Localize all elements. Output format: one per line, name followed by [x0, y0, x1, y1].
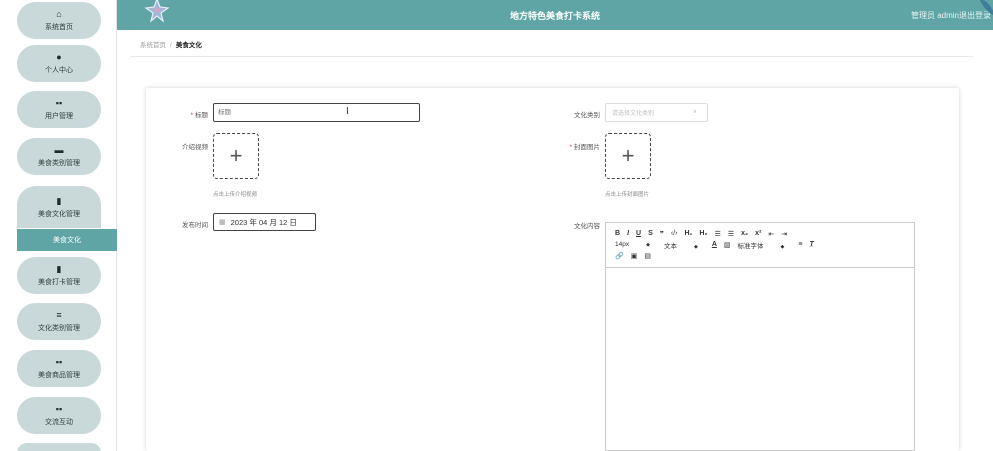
category-placeholder: 请选择文化类别 [612, 111, 655, 117]
sliders-icon: ≡ [56, 310, 62, 320]
cover-label: * 封面图片 [569, 144, 600, 151]
sidebar-item-interaction[interactable]: ▪▪ 交流互动 [17, 397, 101, 434]
sidebar-item-food-category[interactable]: ▬ 美食类别管理 [17, 138, 101, 175]
publish-date-value: 2023 年 04 月 12 日 [230, 217, 297, 227]
video-icon[interactable]: ▤ [644, 252, 651, 260]
sidebar-item-food-culture[interactable]: ▮ 美食文化管理 [17, 186, 101, 228]
sidebar-item-culture-category[interactable]: ≡ 文化类别管理 [17, 303, 101, 340]
outdent-icon[interactable]: ⇤ [768, 230, 774, 238]
sidebar-item-label: 美食打卡管理 [38, 279, 80, 286]
code-icon[interactable]: ‹/› [671, 230, 678, 237]
font-size-select[interactable]: 14px ◆ [615, 241, 657, 248]
chevron-down-icon: ∨ [692, 109, 697, 115]
cover-upload-button[interactable]: + [605, 133, 651, 179]
document-icon: ▮ [56, 195, 62, 206]
breadcrumb: 系统首页 / 美食文化 [140, 39, 202, 49]
bullet-list-icon[interactable]: ☰ [728, 230, 734, 238]
sidebar-item-label: 美食文化管理 [38, 210, 80, 218]
category-label: 文化类别 [574, 112, 600, 119]
header2-icon[interactable]: H₂ [699, 230, 707, 237]
publish-time-label: 发布时间 [182, 222, 208, 229]
clipboard-icon: ▮ [56, 264, 62, 274]
text-cursor-icon: I [346, 106, 349, 117]
italic-icon[interactable]: I [627, 230, 629, 237]
sidebar-item-users[interactable]: ▪▪ 用户管理 [17, 91, 101, 128]
sidebar-item-checkin[interactable]: ▮ 美食打卡管理 [17, 257, 101, 294]
indent-icon[interactable]: ⇥ [781, 230, 787, 238]
sidebar-item-label: 交流互动 [45, 419, 73, 426]
required-mark: * [190, 112, 193, 119]
sidebar-item-label: 美食商品管理 [38, 372, 80, 379]
sidebar-item-label: 美食类别管理 [38, 160, 80, 167]
video-label: 介绍视频 [182, 144, 208, 151]
home-icon: ⌂ [56, 9, 62, 19]
required-mark: * [569, 144, 572, 151]
font-family-select[interactable]: 标准字体 ◆ [738, 240, 792, 250]
sidebar-item-profile[interactable]: ● 个人中心 [17, 45, 101, 82]
publish-date-input[interactable]: ▦ 2023 年 04 月 12 日 [213, 213, 316, 231]
content-label: 文化内容 [574, 223, 600, 230]
person-icon: ● [56, 52, 62, 62]
sidebar-item-products[interactable]: ▪▪ 美食商品管理 [17, 350, 101, 387]
plus-icon: + [621, 143, 635, 168]
header-select[interactable]: 文本 ◆ [664, 240, 705, 250]
grid-icon: ▪▪ [55, 404, 63, 414]
sidebar-item-home[interactable]: ⌂ 系统首页 [17, 2, 101, 39]
background-color-icon[interactable]: ▨ [724, 241, 731, 249]
top-header: 地方特色美食打卡系统 管理员 admin 退出登录 [117, 0, 993, 30]
link-icon[interactable]: 🔗 [615, 252, 624, 260]
title-input[interactable] [213, 103, 420, 122]
sidebar-item-label: 文化类别管理 [38, 325, 80, 332]
grid-icon: ▪▪ [55, 98, 63, 108]
category-select[interactable]: 请选择文化类别 ∨ [605, 103, 708, 122]
superscript-icon[interactable]: x² [755, 230, 761, 237]
underline-icon[interactable]: U [636, 230, 641, 237]
grid-icon: ▪▪ [55, 357, 63, 367]
align-icon[interactable]: ≡ [798, 241, 802, 248]
breadcrumb-separator: / [170, 42, 172, 49]
image-icon[interactable]: ▣ [631, 252, 638, 260]
user-label: 管理员 admin [910, 11, 959, 20]
briefcase-icon: ▬ [54, 145, 64, 155]
corner-leaf-icon [979, 0, 993, 16]
title-label: * 标题 [190, 112, 208, 119]
strike-icon[interactable]: S [648, 230, 653, 237]
breadcrumb-home[interactable]: 系统首页 [140, 42, 166, 49]
editor-toolbar: B I U S ❞ ‹/› H₁ H₂ ☰ ☰ x₂ x² ⇤ ⇥ 14px ◆ … [606, 223, 914, 268]
sidebar-subitem-food-culture[interactable]: 美食文化 [17, 229, 117, 251]
app-title: 地方特色美食打卡系统 [509, 11, 600, 21]
breadcrumb-divider [130, 56, 973, 57]
quote-icon[interactable]: ❞ [660, 230, 664, 238]
rich-text-editor[interactable]: B I U S ❞ ‹/› H₁ H₂ ☰ ☰ x₂ x² ⇤ ⇥ 14px ◆ … [605, 222, 915, 451]
calendar-icon: ▦ [219, 219, 226, 226]
video-upload-hint: 点击上传介绍视频 [213, 192, 258, 198]
sidebar-item-label: 个人中心 [45, 67, 73, 74]
sidebar-item-more[interactable] [17, 443, 101, 451]
clear-format-icon[interactable]: T̲ [809, 241, 813, 248]
cover-upload-hint: 点击上传封面图片 [605, 192, 650, 198]
ordered-list-icon[interactable]: ☰ [715, 230, 721, 238]
video-upload-button[interactable]: + [213, 133, 259, 179]
sidebar: ⌂ 系统首页 ● 个人中心 ▪▪ 用户管理 ▬ 美食类别管理 ▮ 美食文化管理 … [0, 0, 117, 451]
sidebar-item-label: 系统首页 [45, 24, 73, 31]
breadcrumb-current: 美食文化 [175, 42, 202, 49]
plus-icon: + [229, 143, 243, 168]
subscript-icon[interactable]: x₂ [741, 230, 748, 237]
bold-icon[interactable]: B [615, 230, 620, 237]
sidebar-item-label: 用户管理 [45, 113, 73, 120]
font-color-icon[interactable]: A [712, 241, 717, 248]
header1-icon[interactable]: H₁ [684, 230, 692, 237]
